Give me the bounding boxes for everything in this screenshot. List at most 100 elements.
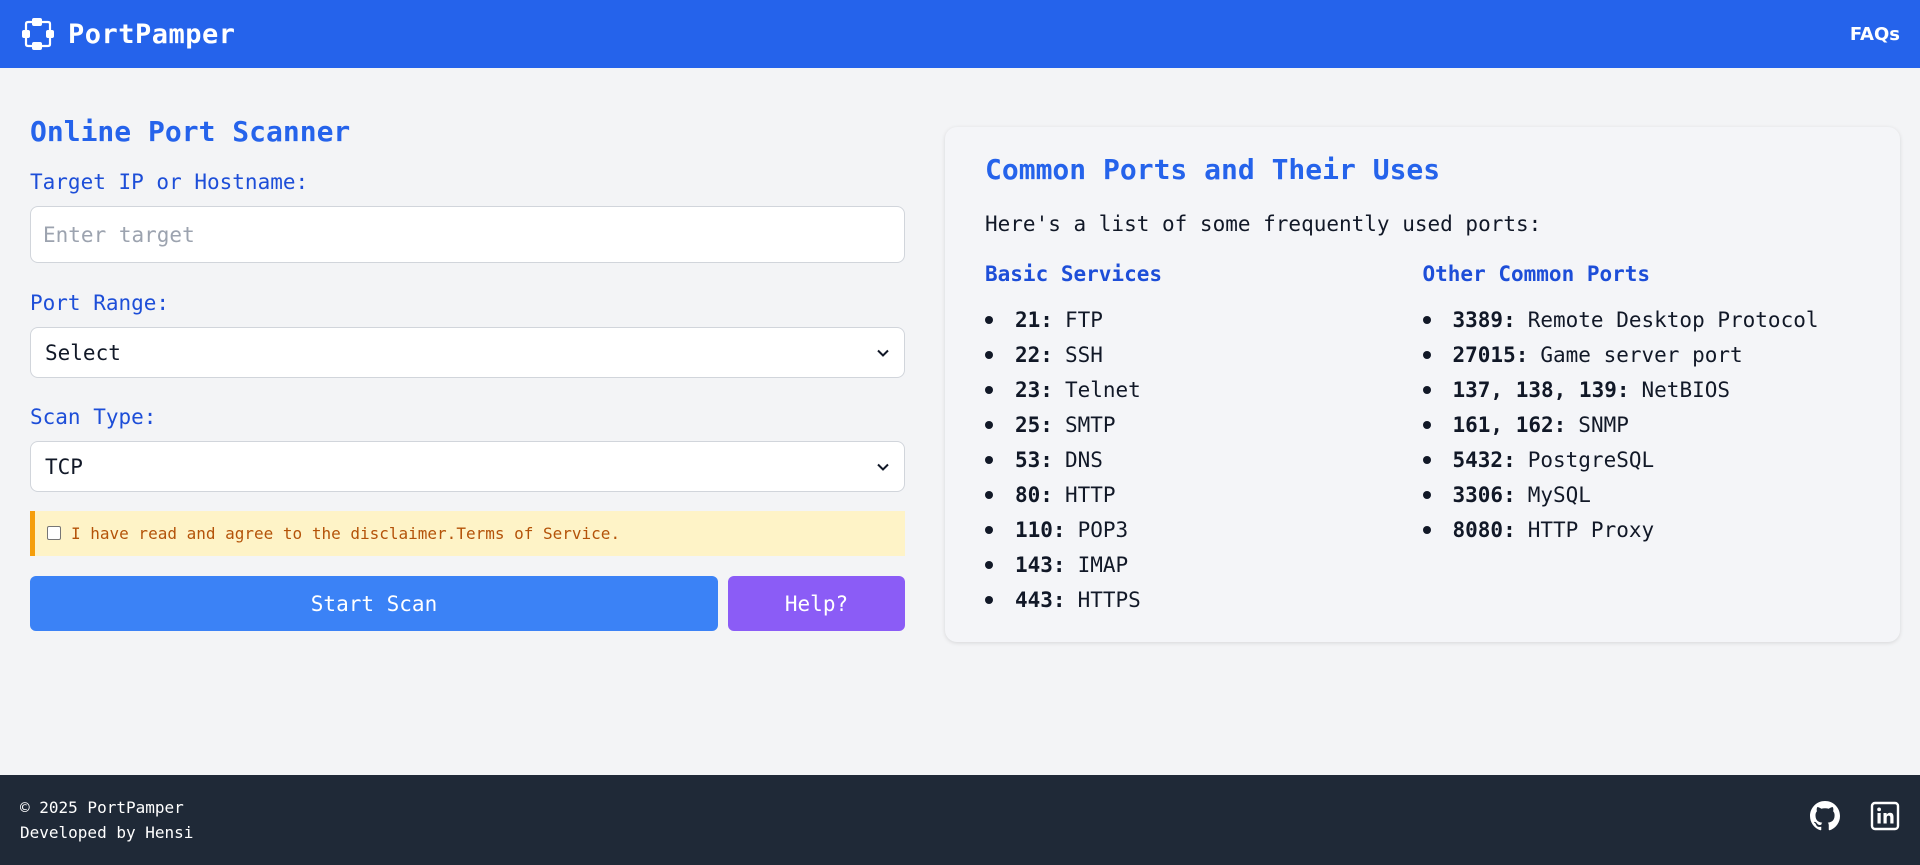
port-number: 25: [1015,412,1053,437]
bullet-icon [985,420,993,429]
scan-type-value: TCP [45,454,83,479]
bullet-icon [1422,525,1431,534]
port-number: 23: [1015,377,1053,402]
port-number: 110: [1015,517,1066,542]
bullet-icon [985,490,993,499]
nav-faqs-link[interactable]: FAQs [1850,24,1900,45]
port-range-value: Select [45,340,121,365]
port-number: 53: [1015,447,1053,472]
bullet-icon [1422,350,1431,359]
top-navbar: PortPamper FAQs [0,0,1920,68]
port-list-item: 23: Telnet [985,372,1423,407]
other-ports-column: Other Common Ports 3389: Remote Desktop P… [1422,262,1861,617]
scan-type-label: Scan Type: [30,405,157,429]
target-label: Target IP or Hostname: [30,170,309,194]
port-list-item: 161, 162: SNMP [1422,407,1861,442]
bullet-icon [1422,420,1431,429]
port-number: 5432: [1452,447,1516,472]
brand-name: PortPamper [68,18,236,50]
port-number: 22: [1015,342,1053,367]
port-number: 21: [1015,307,1053,332]
target-input[interactable] [30,206,905,263]
bullet-icon [985,455,993,464]
port-range-label: Port Range: [30,291,170,315]
port-list-item: 443: HTTPS [985,582,1423,617]
bullet-icon [985,315,993,324]
bullet-icon [985,595,993,604]
port-list-item: 3306: MySQL [1422,477,1861,512]
basic-services-list: 21: FTP 22: SSH 23: Telnet 25: SMTP 53: DNS 80: HTT… [985,302,1423,617]
port-number: 80: [1015,482,1053,507]
other-ports-title: Other Common Ports [1422,262,1651,286]
port-list-item: 8080: HTTP Proxy [1422,512,1861,547]
footer: © 2025 PortPamper Developed by Hensi [0,775,1920,865]
port-service: SNMP [1578,412,1629,437]
port-service: Remote Desktop Protocol [1527,307,1819,332]
port-service: NetBIOS [1641,377,1731,402]
port-number: 27015: [1452,342,1529,367]
github-icon[interactable] [1810,801,1840,831]
port-service: Telnet [1064,377,1141,402]
port-number: 3389: [1452,307,1516,332]
brand[interactable]: PortPamper [20,16,236,52]
port-service: HTTP [1064,482,1116,507]
port-list-item: 25: SMTP [985,407,1423,442]
bullet-icon [985,560,993,569]
basic-services-column: Basic Services 21: FTP 22: SSH 23: Telnet 25: S… [985,262,1423,617]
port-service: IMAP [1077,552,1129,577]
port-service: PostgreSQL [1527,447,1655,472]
bullet-icon [1422,455,1431,464]
port-service: HTTP Proxy [1527,517,1655,542]
port-list-item: 110: POP3 [985,512,1423,547]
port-range-select[interactable]: Select [30,327,905,378]
port-service: FTP [1064,307,1103,332]
port-service: POP3 [1077,517,1129,542]
port-list-item: 22: SSH [985,337,1423,372]
port-service: Game server port [1540,342,1743,367]
common-ports-panel: Common Ports and Their Uses Here's a lis… [945,127,1900,642]
action-buttons: Start Scan Help? [30,576,905,631]
panel-intro: Here's a list of some frequently used po… [985,212,1542,236]
bullet-icon [1422,385,1431,394]
disclaimer-text[interactable]: I have read and agree to the disclaimer.… [71,524,620,543]
port-service: SSH [1064,342,1103,367]
port-list-item: 21: FTP [985,302,1423,337]
bullet-icon [985,525,993,534]
port-service: MySQL [1527,482,1591,507]
other-ports-list: 3389: Remote Desktop Protocol 27015: Game s… [1422,302,1861,547]
bullet-icon [985,385,993,394]
basic-services-title: Basic Services [985,262,1163,286]
port-number: 443: [1015,587,1066,612]
chevron-down-icon [877,463,889,471]
bullet-icon [1422,315,1431,324]
chevron-down-icon [877,349,889,357]
port-number: 143: [1015,552,1066,577]
port-list-item: 3389: Remote Desktop Protocol [1422,302,1861,337]
disclaimer-checkbox[interactable] [47,525,61,540]
port-number: 161, 162: [1452,412,1567,437]
linkedin-icon[interactable] [1870,801,1900,831]
scan-type-select[interactable]: TCP [30,441,905,492]
disclaimer-box: I have read and agree to the disclaimer.… [30,511,905,556]
port-list-item: 27015: Game server port [1422,337,1861,372]
panel-title: Common Ports and Their Uses [985,153,1441,186]
scanner-form: Online Port Scanner Target IP or Hostnam… [30,115,905,631]
network-logo-icon [22,18,54,50]
port-number: 3306: [1452,482,1516,507]
port-list-item: 5432: PostgreSQL [1422,442,1861,477]
bullet-icon [985,350,993,359]
port-number: 137, 138, 139: [1452,377,1630,402]
bullet-icon [1422,490,1431,499]
port-service: HTTPS [1077,587,1141,612]
page-title: Online Port Scanner [30,115,351,148]
port-service: SMTP [1064,412,1116,437]
port-service: DNS [1064,447,1103,472]
port-list-item: 53: DNS [985,442,1423,477]
footer-copyright: © 2025 PortPamper [20,798,184,817]
port-list-item: 80: HTTP [985,477,1423,512]
port-list-item: 137, 138, 139: NetBIOS [1422,372,1861,407]
help-button[interactable]: Help? [728,576,905,631]
footer-developer: Developed by Hensi [20,823,194,842]
start-scan-button[interactable]: Start Scan [30,576,718,631]
port-list-item: 143: IMAP [985,547,1423,582]
